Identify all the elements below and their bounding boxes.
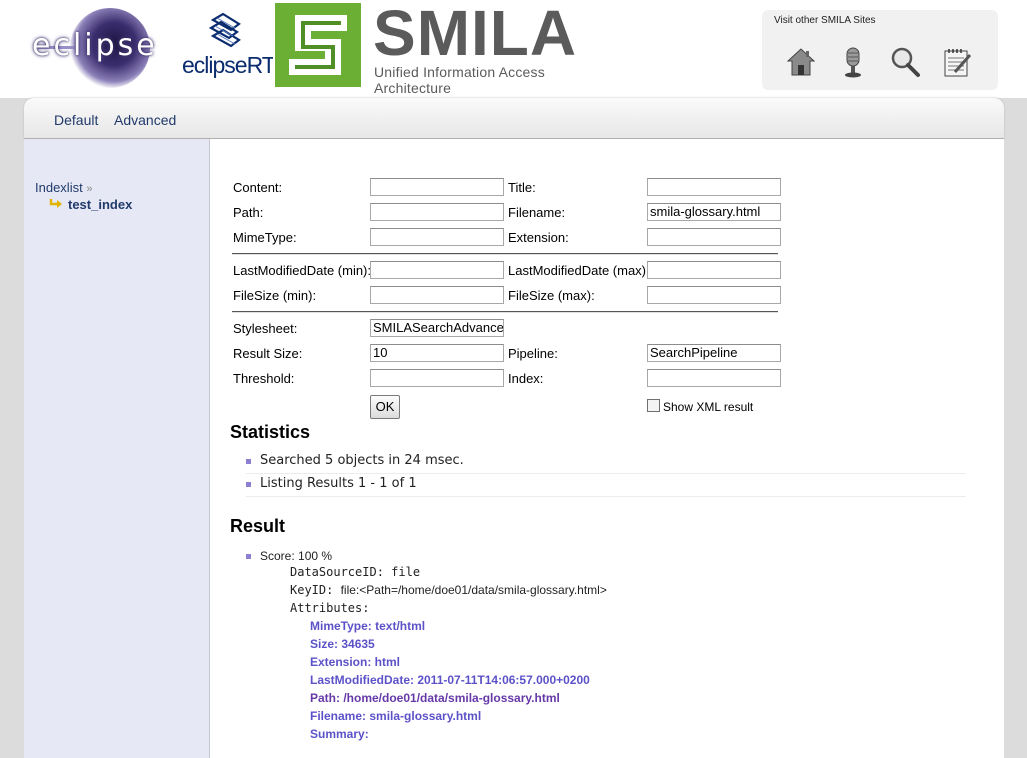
ok-button[interactable]: OK — [370, 395, 400, 419]
attribute-lastmodifieddate: LastModifiedDate: 2011-07-11T14:06:57.00… — [310, 673, 590, 687]
statistics-text: Listing Results 1 - 1 of 1 — [260, 476, 417, 491]
return-arrow-icon — [49, 199, 62, 208]
divider — [232, 311, 778, 313]
lmd-min-label: LastModifiedDate (min): — [233, 263, 371, 278]
show-xml-checkbox[interactable] — [647, 399, 660, 412]
title-label: Title: — [508, 180, 536, 195]
datasource-value: file — [391, 565, 421, 579]
filesize-max-label: FileSize (max): — [508, 288, 595, 303]
microphone-icon[interactable] — [837, 46, 869, 78]
lmd-min-input[interactable] — [370, 261, 504, 279]
filename-input[interactable]: smila-glossary.html — [647, 203, 781, 221]
threshold-label: Threshold: — [233, 371, 295, 386]
indexlist-label: Indexlist — [35, 180, 83, 195]
show-xml-label: Show XML result — [663, 400, 754, 414]
path-input[interactable] — [370, 203, 504, 221]
filesize-min-label: FileSize (min): — [233, 288, 317, 303]
other-sites-label: Visit other SMILA Sites — [774, 15, 876, 26]
nav-default-link[interactable]: Default — [54, 112, 98, 128]
mimetype-input[interactable] — [370, 228, 504, 246]
home-icon[interactable] — [785, 46, 817, 78]
list-item: Listing Results 1 - 1 of 1 — [246, 474, 966, 497]
attributes-key: Attributes: — [290, 601, 370, 615]
path-label: Path: — [233, 205, 264, 220]
divider — [232, 253, 778, 255]
filesize-min-input[interactable] — [370, 286, 504, 304]
result-size-label: Result Size: — [233, 346, 303, 361]
eclipsert-logo-text: eclipseRT — [182, 52, 276, 78]
sidebar-item-label: test_index — [68, 197, 133, 212]
indexlist-heading: Indexlist » — [35, 180, 92, 195]
smila-s-icon — [275, 3, 361, 87]
result-score: Score: 100 % — [260, 549, 333, 563]
bullet — [246, 482, 251, 487]
result-heading: Result — [230, 516, 286, 536]
eclipse-logo-text: eclipse — [32, 28, 158, 63]
extension-label: Extension: — [508, 230, 569, 245]
title-input[interactable] — [647, 178, 781, 196]
result-size-input[interactable]: 10 — [370, 344, 504, 362]
extension-input[interactable] — [647, 228, 781, 246]
list-item: Searched 5 objects in 24 msec. — [246, 451, 966, 474]
stylesheet-input[interactable]: SMILASearchAdvanced — [370, 319, 504, 337]
magnifier-icon[interactable] — [889, 46, 921, 78]
index-label: Index: — [508, 371, 544, 386]
keyid-value: file:<Path=/home/doe01/data/smila-glossa… — [340, 583, 607, 597]
keyid-row: KeyID: file:<Path=/home/doe01/data/smila… — [290, 583, 607, 597]
pipeline-label: Pipeline: — [508, 346, 558, 361]
mimetype-label: MimeType: — [233, 230, 297, 245]
smila-s-mark — [275, 3, 361, 87]
lmd-max-label: LastModifiedDate (max): — [508, 263, 650, 278]
statistics-text: Searched 5 objects in 24 msec. — [260, 453, 464, 468]
nav-advanced-link[interactable]: Advanced — [114, 112, 176, 128]
sidebar: Indexlist » test_index — [24, 139, 210, 758]
content-label: Content: — [233, 180, 283, 195]
datasource-row: DataSourceID: file — [290, 565, 420, 579]
keyid-key: KeyID: — [290, 583, 334, 597]
attribute-size: Size: 34635 — [310, 637, 375, 651]
indexlist-marker: » — [86, 183, 93, 195]
eclipsert-globe-icon — [209, 12, 241, 48]
filesize-max-input[interactable] — [647, 286, 781, 304]
bullet — [246, 554, 251, 559]
eclipsert-logo[interactable]: eclipseRT — [181, 0, 276, 90]
datasource-key: DataSourceID: — [290, 565, 384, 579]
threshold-input[interactable] — [370, 369, 504, 387]
attribute-path: Path: /home/doe01/data/smila-glossary.ht… — [310, 691, 560, 705]
attribute-filename: Filename: smila-glossary.html — [310, 709, 482, 723]
pipeline-input[interactable]: SearchPipeline — [647, 344, 781, 362]
eclipse-logo[interactable]: eclipse — [30, 8, 180, 88]
attribute-mimetype: MimeType: text/html — [310, 619, 426, 633]
main-content: Content: Title: Path: Filename: smila-gl… — [210, 139, 1004, 758]
stylesheet-label: Stylesheet: — [233, 321, 298, 336]
notepad-icon[interactable] — [941, 46, 973, 78]
smila-logo-title: SMILA — [373, 0, 578, 69]
top-nav: Default Advanced — [24, 98, 1004, 139]
filename-label: Filename: — [508, 205, 566, 220]
attribute-summary: Summary: — [310, 727, 369, 741]
smila-logo-subtitle: Unified Information Access Architecture — [374, 64, 545, 96]
attribute-extension: Extension: html — [310, 655, 401, 669]
bullet — [246, 459, 251, 464]
index-input[interactable] — [647, 369, 781, 387]
lmd-max-input[interactable] — [647, 261, 781, 279]
content-input[interactable] — [370, 178, 504, 196]
smila-logo[interactable]: SMILA Unified Information Access Archite… — [273, 0, 587, 96]
header: eclipse eclipseRT SMILA Unified Informat… — [0, 0, 1027, 98]
other-sites-box: Visit other SMILA Sites — [762, 10, 998, 90]
statistics-heading: Statistics — [230, 422, 311, 442]
